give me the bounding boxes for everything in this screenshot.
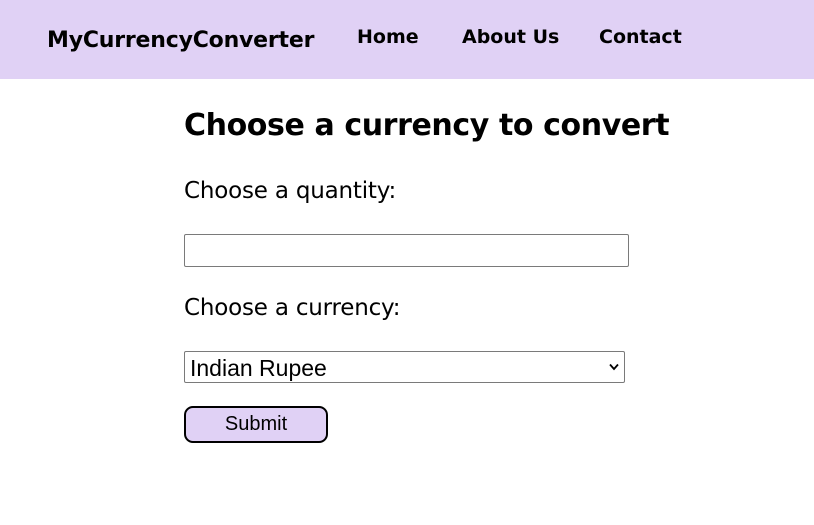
quantity-input[interactable] (184, 234, 629, 267)
nav-link-home[interactable]: Home (357, 25, 419, 49)
nav-link-about-us[interactable]: About Us (462, 25, 559, 49)
currency-select-value: Indian Rupee (190, 355, 327, 381)
page-title: Choose a currency to convert (184, 108, 670, 143)
chevron-down-icon (609, 363, 619, 371)
currency-label: Choose a currency: (184, 295, 401, 321)
currency-select[interactable]: Indian Rupee (184, 351, 625, 383)
nav-link-contact[interactable]: Contact (599, 25, 682, 49)
navbar: MyCurrencyConverter Home About Us Contac… (0, 0, 814, 79)
quantity-label: Choose a quantity: (184, 178, 396, 204)
brand-link[interactable]: MyCurrencyConverter (47, 27, 314, 55)
submit-button[interactable]: Submit (184, 406, 328, 443)
